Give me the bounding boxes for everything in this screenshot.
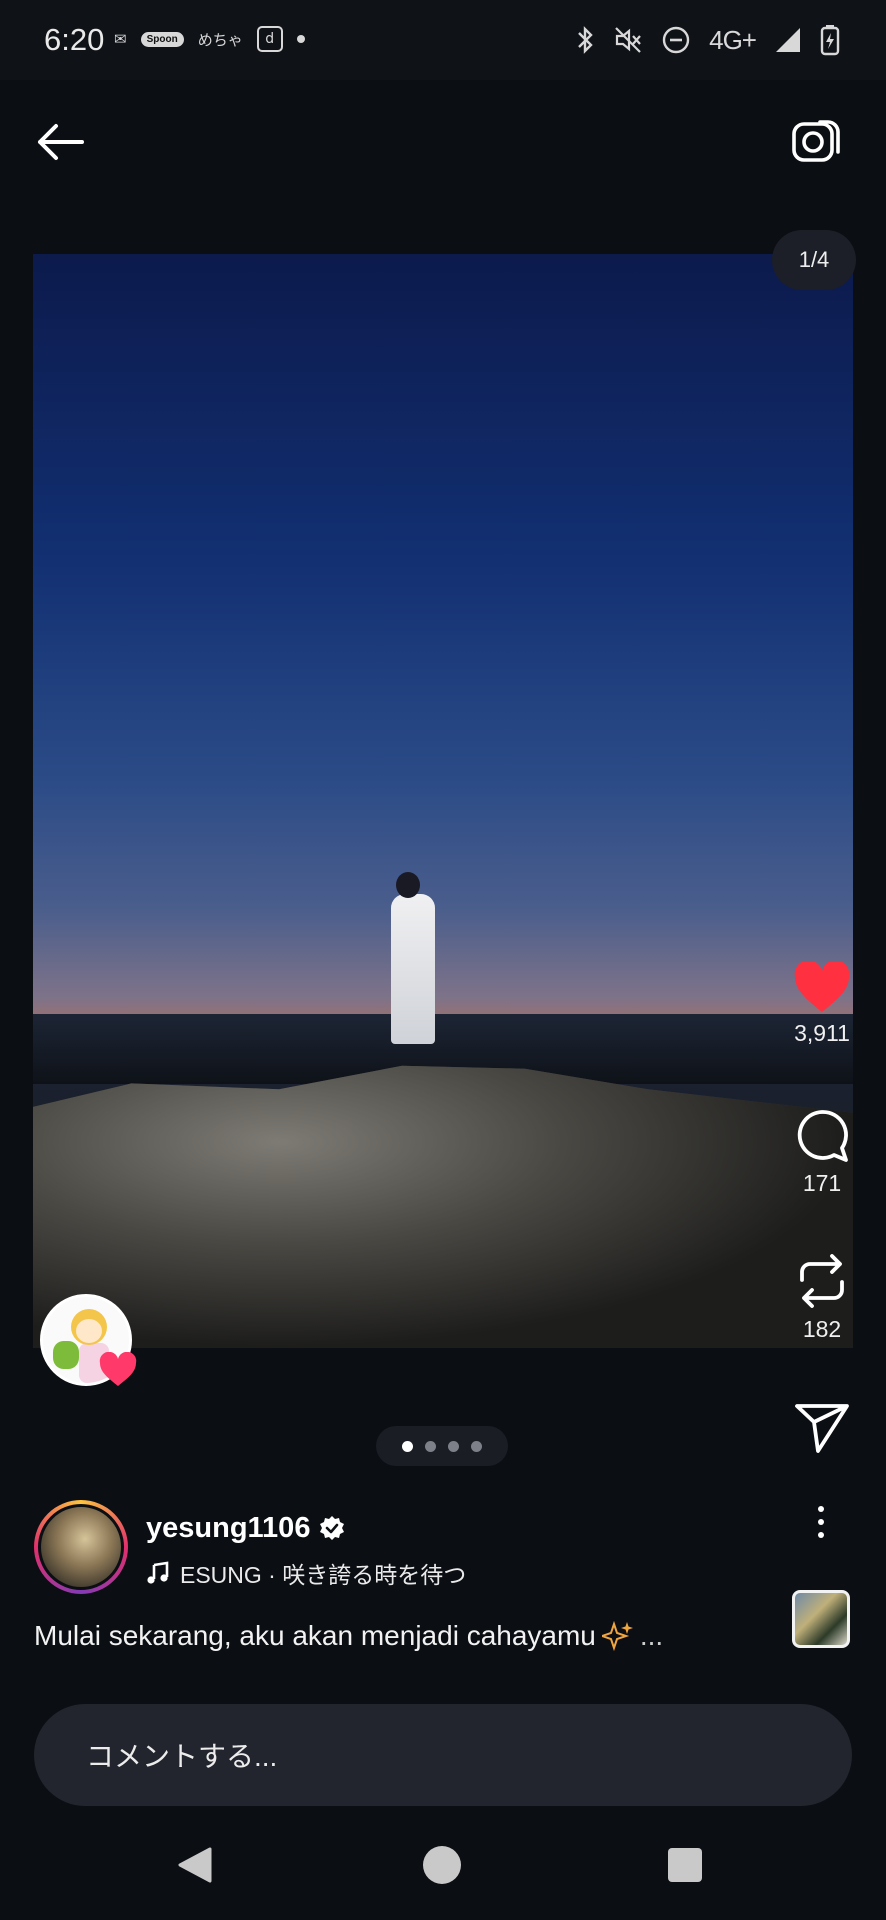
sparkles-emoji — [601, 1620, 633, 1652]
bluetooth-icon — [578, 26, 593, 54]
mute-icon — [615, 27, 641, 53]
like-action: 3,911 — [786, 962, 858, 1047]
battery-icon — [820, 25, 840, 56]
system-icons: 4G+ — [575, 24, 840, 56]
network-type: 4G+ — [709, 24, 757, 55]
spoon-app-icon: Spoon — [140, 31, 184, 47]
notification-icons: ✉ Spoon めちゃ d — [114, 26, 305, 52]
pager-dot — [471, 1440, 482, 1452]
d-app-icon: d — [256, 26, 283, 52]
send-icon[interactable] — [794, 1402, 850, 1454]
mecha-app-icon: めちゃ — [197, 30, 243, 49]
carousel-pager — [376, 1426, 508, 1466]
dot-icon — [296, 35, 305, 43]
comment-placeholder: コメントする... — [86, 1741, 278, 1772]
author-username[interactable]: yesung1106 — [146, 1512, 310, 1545]
comment-icon[interactable] — [794, 1108, 850, 1164]
comment-action: 171 — [786, 1108, 858, 1197]
comment-input[interactable]: コメントする... — [34, 1704, 852, 1806]
heart-filled-icon[interactable] — [793, 962, 851, 1014]
like-count[interactable]: 3,911 — [794, 1020, 850, 1047]
music-row[interactable]: ESUNG · 咲き誇る時を待つ — [146, 1556, 476, 1590]
back-button[interactable] — [34, 118, 86, 166]
author-row: yesung1106 — [146, 1512, 346, 1545]
share-action — [786, 1402, 858, 1454]
status-bar: 6:20 ✉ Spoon めちゃ d 4G+ — [0, 0, 886, 80]
audio-thumbnail[interactable] — [792, 1590, 850, 1648]
photo-figure-head — [396, 872, 420, 898]
nav-home-button[interactable] — [423, 1846, 461, 1884]
more-options-button[interactable] — [806, 1502, 836, 1542]
dnd-icon — [662, 26, 690, 54]
music-note-icon — [147, 1561, 169, 1584]
nav-recents-button[interactable] — [668, 1848, 702, 1882]
post-photo[interactable] — [33, 254, 853, 1348]
verified-badge-icon — [320, 1515, 345, 1540]
caption[interactable]: Mulai sekarang, aku akan menjadi cahayam… — [34, 1620, 663, 1652]
repost-action: 182 — [786, 1252, 858, 1343]
mail-icon: ✉ — [114, 30, 127, 48]
author-avatar[interactable] — [34, 1500, 128, 1594]
repost-count[interactable]: 182 — [803, 1316, 841, 1343]
status-time: 6:20 — [44, 22, 105, 57]
heart-icon — [99, 1352, 137, 1386]
caption-text: Mulai sekarang, aku akan menjadi cahayam… — [34, 1620, 596, 1651]
photo-rocks — [33, 1065, 853, 1348]
pager-dot — [448, 1440, 459, 1452]
music-title: ESUNG · 咲き誇る時を待つ — [180, 1562, 467, 1588]
nav-back-button[interactable] — [176, 1846, 212, 1884]
photo-figure — [391, 894, 435, 1044]
signal-icon — [776, 28, 800, 52]
image-counter: 1/4 — [772, 230, 856, 290]
pager-dot — [402, 1440, 413, 1452]
caption-more[interactable]: ... — [640, 1620, 663, 1652]
camera-icon[interactable] — [790, 116, 842, 168]
repost-icon[interactable] — [794, 1252, 850, 1310]
comment-count[interactable]: 171 — [803, 1170, 841, 1197]
pager-dot — [425, 1440, 436, 1452]
